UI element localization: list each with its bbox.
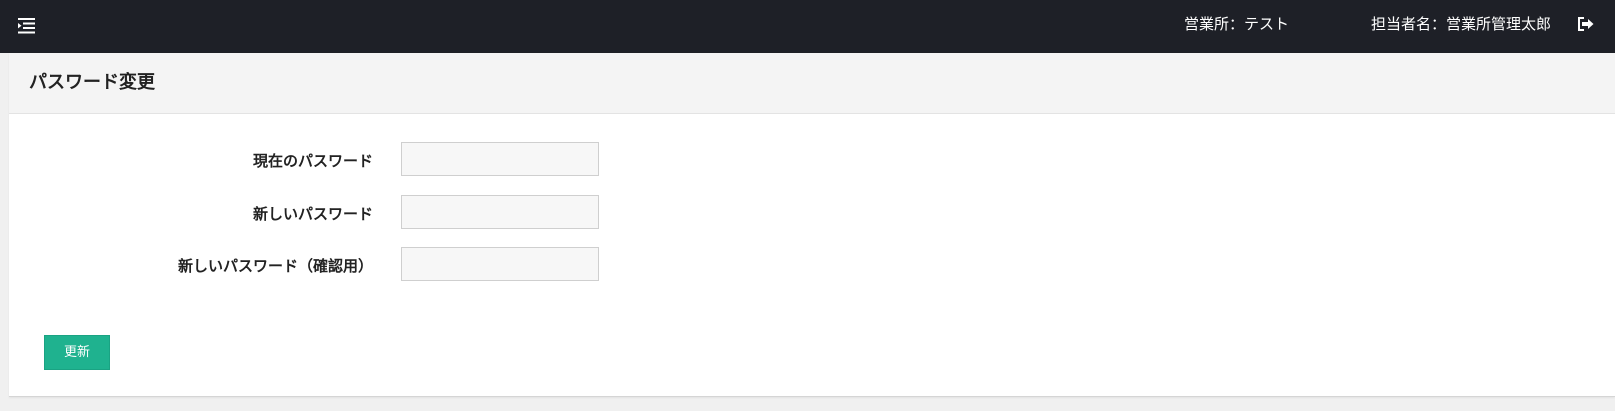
update-button[interactable]: 更新	[44, 335, 110, 370]
top-navbar: 営業所：テスト 担当者名：営業所管理太郎	[0, 0, 1615, 53]
password-change-panel: パスワード変更 現在のパスワード 新しいパスワード 新しいパスワード（確認用） …	[9, 53, 1615, 397]
page-title: パスワード変更	[29, 72, 155, 93]
new-password-label: 新しいパスワード	[252, 205, 373, 223]
sign-out-icon[interactable]	[1577, 15, 1595, 33]
confirm-password-input[interactable]	[401, 247, 599, 281]
office-name: 営業所：テスト	[1183, 15, 1289, 33]
current-password-label: 現在のパスワード	[252, 152, 373, 170]
menu-toggle-icon[interactable]	[16, 14, 38, 36]
confirm-password-label: 新しいパスワード（確認用）	[177, 257, 373, 275]
panel-header: パスワード変更	[9, 53, 1615, 114]
confirm-password-row: 新しいパスワード（確認用）	[9, 247, 609, 283]
new-password-input[interactable]	[401, 195, 599, 229]
current-password-row: 現在のパスワード	[9, 142, 609, 178]
staff-name: 担当者名：営業所管理太郎	[1370, 15, 1551, 33]
new-password-row: 新しいパスワード	[9, 195, 609, 231]
current-password-input[interactable]	[401, 142, 599, 176]
